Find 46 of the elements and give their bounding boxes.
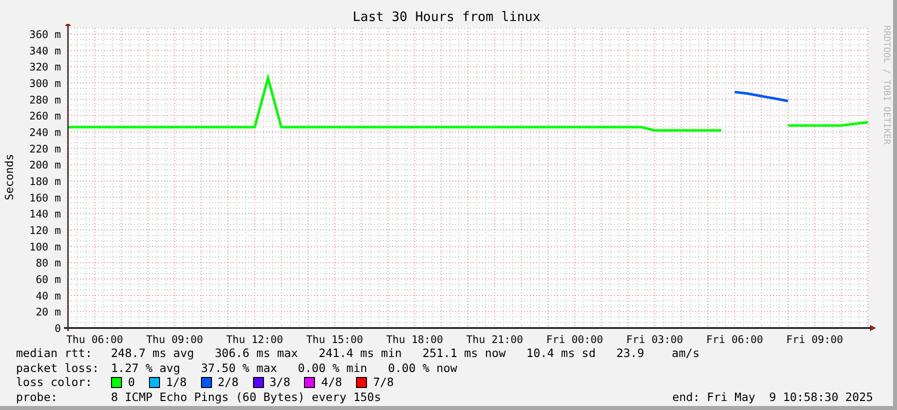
y-tick-label: 20 m <box>36 306 61 319</box>
y-tick-label: 120 m <box>29 225 61 237</box>
legend-label: packet loss: <box>16 360 100 375</box>
legend-label: median rtt: <box>16 346 94 360</box>
chart-title: Last 30 Hours from linux <box>352 10 542 26</box>
axis-label: Seconds <box>3 152 17 202</box>
legend-value: 4/8 <box>321 375 342 390</box>
y-tick-label: 360 m <box>29 29 61 41</box>
y-tick-label: 200 m <box>29 160 61 172</box>
y-tick-label: 60 m <box>36 274 61 286</box>
legend-value: 3/8 <box>270 375 290 390</box>
legend-value: 7/8 <box>373 375 394 390</box>
legend-value: 2/8 <box>218 375 238 390</box>
x-tick-label: Fri 00:00 <box>546 334 604 346</box>
legend-value: 1/8 <box>166 375 187 390</box>
legend-value: 0 <box>128 375 135 390</box>
y-tick-label: 340 m <box>29 45 61 58</box>
x-tick-label: Thu 21:00 <box>466 334 524 346</box>
y-tick-label: 280 m <box>29 94 61 106</box>
x-tick-label: Fri 09:00 <box>786 334 844 346</box>
y-tick-label: 240 m <box>29 127 61 139</box>
legend-value: 8 ICMP Echo Pings (60 Bytes) every 150s <box>111 390 382 404</box>
x-tick-label: Fri 06:00 <box>706 334 764 346</box>
y-tick-label: 40 m <box>36 290 61 302</box>
legend-value: 1.27 % avg 37.50 % max 0.00 % min 0.00 % now <box>111 360 458 375</box>
legend-label: probe: <box>16 390 59 404</box>
credit-text: RRDTOOL / TOBI OETIKER <box>881 25 891 145</box>
y-tick-label: 80 m <box>36 258 61 270</box>
y-tick-label: 220 m <box>29 143 61 156</box>
y-tick-label: 100 m <box>29 241 61 254</box>
y-tick-label: 140 m <box>29 208 61 221</box>
x-tick-label: Thu 06:00 <box>66 334 124 346</box>
y-tick-label: 260 m <box>29 110 61 123</box>
x-tick-label: Thu 15:00 <box>306 334 364 346</box>
y-tick-label: 180 m <box>29 176 61 188</box>
legend-value: 248.7 ms avg 306.6 ms max 241.4 ms min 251.1 ms now 10.4 ms sd 23.9 am/s <box>111 346 700 360</box>
end-time: end: Fri May 9 10:58:30 2025 <box>672 390 873 404</box>
x-tick-label: Fri 03:00 <box>626 334 684 346</box>
y-tick-label: 320 m <box>29 62 61 74</box>
x-tick-label: Thu 12:00 <box>226 334 284 346</box>
y-tick-label: 160 m <box>29 192 61 204</box>
x-tick-label: Thu 18:00 <box>386 334 444 346</box>
y-tick-label: 300 m <box>29 78 61 90</box>
legend-label: loss color: <box>16 375 94 390</box>
y-tick-label: 0 <box>54 323 61 335</box>
x-tick-label: Thu 09:00 <box>146 334 204 346</box>
